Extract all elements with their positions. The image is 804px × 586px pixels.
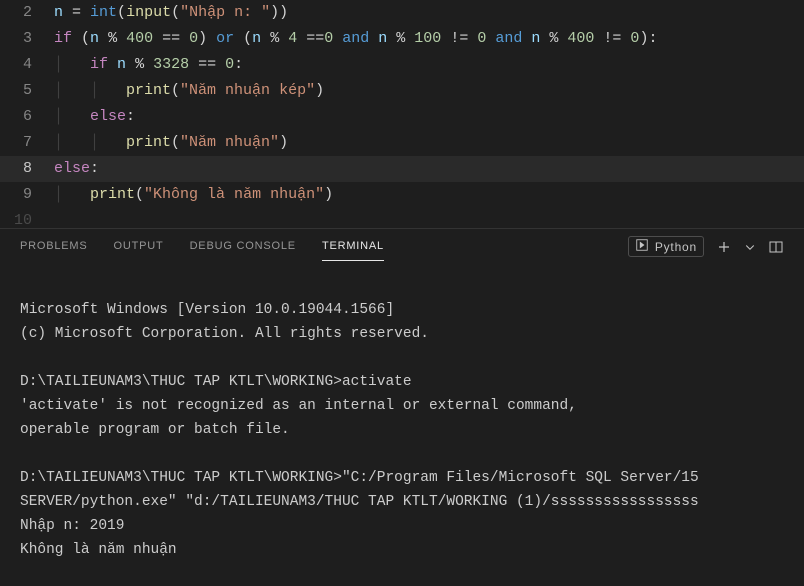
code-line[interactable]: 10 <box>0 208 804 228</box>
line-number: 9 <box>0 182 54 208</box>
line-content: else: <box>54 156 804 182</box>
code-line[interactable]: 5 │ │ print("Năm nhuận kép") <box>0 78 804 104</box>
terminal-line: (c) Microsoft Corporation. All rights re… <box>20 326 429 342</box>
editor-pane[interactable]: 2 n = int(input("Nhập n: ")) 3 if (n % 4… <box>0 0 804 228</box>
launch-profile-label: Python <box>655 240 697 254</box>
tab-terminal[interactable]: TERMINAL <box>322 232 384 261</box>
caret-right-icon <box>635 238 649 255</box>
line-content: │ if n % 3328 == 0: <box>54 52 804 78</box>
terminal-output[interactable]: Microsoft Windows [Version 10.0.19044.15… <box>0 264 804 586</box>
chevron-down-icon[interactable] <box>744 241 756 253</box>
code-line[interactable]: 6 │ else: <box>0 104 804 130</box>
line-content: │ print("Không là năm nhuận") <box>54 182 804 208</box>
line-content: │ │ print("Năm nhuận") <box>54 130 804 156</box>
line-number: 10 <box>0 208 54 228</box>
line-number: 8 <box>0 156 54 182</box>
line-content: n = int(input("Nhập n: ")) <box>54 0 804 26</box>
panel-tabbar: PROBLEMS OUTPUT DEBUG CONSOLE TERMINAL P… <box>0 229 804 264</box>
line-number: 7 <box>0 130 54 156</box>
line-content: if (n % 400 == 0) or (n % 4 ==0 and n % … <box>54 26 804 52</box>
tab-output[interactable]: OUTPUT <box>114 232 164 261</box>
tab-debug-console[interactable]: DEBUG CONSOLE <box>190 232 296 261</box>
terminal-line: Nhập n: 2019 <box>20 518 124 534</box>
panel-tabs: PROBLEMS OUTPUT DEBUG CONSOLE TERMINAL <box>20 232 384 261</box>
panel-container: PROBLEMS OUTPUT DEBUG CONSOLE TERMINAL P… <box>0 228 804 552</box>
code-line[interactable]: 7 │ │ print("Năm nhuận") <box>0 130 804 156</box>
code-line[interactable]: 3 if (n % 400 == 0) or (n % 4 ==0 and n … <box>0 26 804 52</box>
terminal-line: Microsoft Windows [Version 10.0.19044.15… <box>20 302 394 318</box>
launch-profile-button[interactable]: Python <box>628 236 704 257</box>
line-number: 2 <box>0 0 54 26</box>
code-line[interactable]: 9 │ print("Không là năm nhuận") <box>0 182 804 208</box>
new-terminal-button[interactable] <box>716 239 732 255</box>
code-line[interactable]: 2 n = int(input("Nhập n: ")) <box>0 0 804 26</box>
terminal-line: operable program or batch file. <box>20 422 290 438</box>
code-line[interactable]: 4 │ if n % 3328 == 0: <box>0 52 804 78</box>
line-number: 3 <box>0 26 54 52</box>
code-line[interactable]: 8 else: <box>0 156 804 182</box>
terminal-line: Không là năm nhuận <box>20 542 177 558</box>
terminal-line: SERVER/python.exe" "d:/TAILIEUNAM3/THUC … <box>20 494 699 510</box>
terminal-line: 'activate' is not recognized as an inter… <box>20 398 577 414</box>
line-number: 4 <box>0 52 54 78</box>
panel-actions: Python <box>628 236 784 257</box>
line-number: 5 <box>0 78 54 104</box>
tab-problems[interactable]: PROBLEMS <box>20 232 88 261</box>
terminal-line: D:\TAILIEUNAM3\THUC TAP KTLT\WORKING>"C:… <box>20 470 699 486</box>
split-terminal-button[interactable] <box>768 239 784 255</box>
line-number: 6 <box>0 104 54 130</box>
line-content: │ else: <box>54 104 804 130</box>
terminal-line: D:\TAILIEUNAM3\THUC TAP KTLT\WORKING>act… <box>20 374 412 390</box>
line-content: │ │ print("Năm nhuận kép") <box>54 78 804 104</box>
